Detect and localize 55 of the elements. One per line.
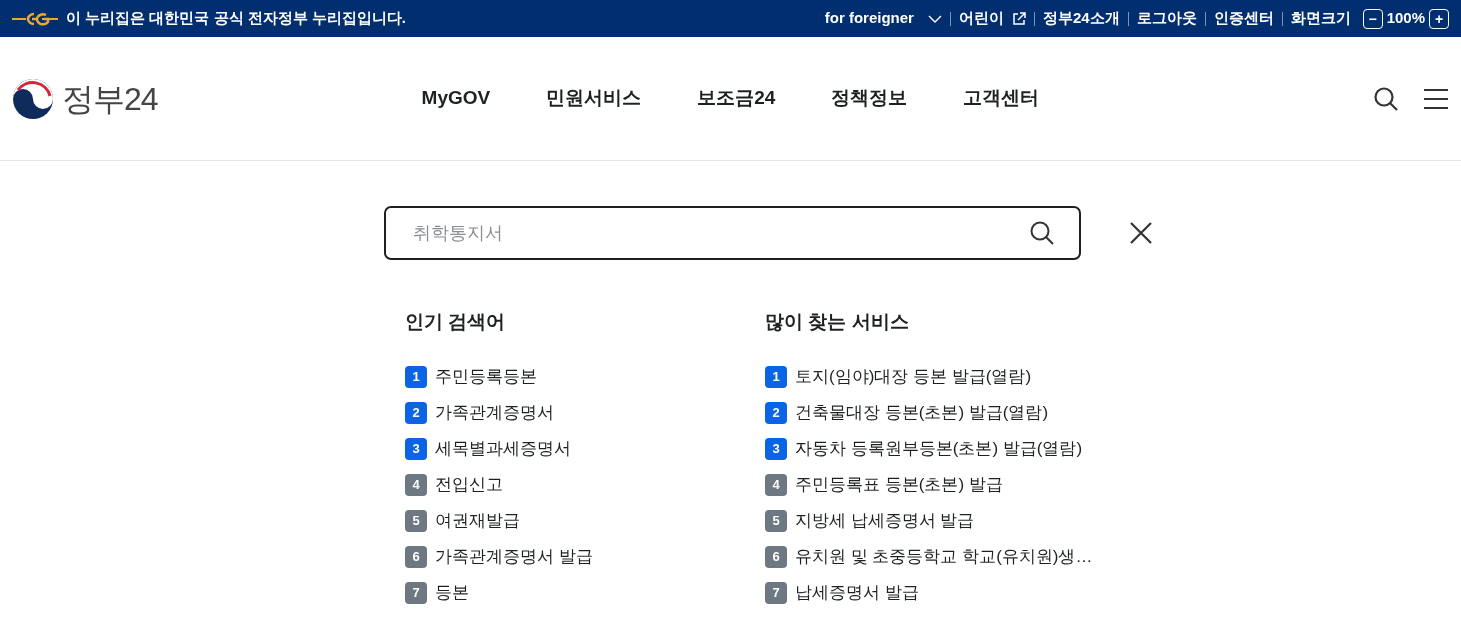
screen-size-label: 화면크기 [1290, 8, 1351, 29]
nav-link[interactable]: MyGOV [421, 84, 491, 113]
nav-link[interactable]: 정책정보 [831, 84, 908, 113]
service-link[interactable]: 토지(임야)대장 등본 발급(열람) [795, 363, 1032, 390]
popular-search-link[interactable]: 여권재발급 [435, 507, 520, 534]
section-heading: 인기 검색어 [405, 310, 507, 334]
header-link[interactable]: 정부24소개 [1042, 7, 1120, 30]
rank-number: 5 [765, 509, 787, 532]
search-field[interactable]: 취학통지서 [384, 206, 1081, 260]
section-heading: 많이 찾는 서비스 [765, 310, 910, 334]
rank-number: 1 [765, 365, 787, 388]
service-link[interactable]: 유치원 및 초중등학교 학교(유치원)생… [795, 543, 1093, 570]
official-site-notice: 이 누리집은 대한민국 공식 전자정부 누리집입니다. [66, 8, 406, 29]
service-link[interactable]: 자동차 등록원부등본(초본) 발급(열람) [795, 435, 1083, 462]
rank-number: 2 [765, 401, 787, 424]
zoom-out-button[interactable]: − [1362, 8, 1383, 29]
close-icon[interactable] [1129, 220, 1153, 246]
rank-number: 2 [405, 401, 427, 424]
service-link[interactable]: 지방세 납세증명서 발급 [795, 507, 975, 534]
popular-search-link[interactable]: 가족관계증명서 [435, 399, 554, 426]
chevron-down-icon [927, 14, 942, 23]
popular-search-link[interactable]: 주민등록등본 [435, 363, 537, 390]
rank-number: 4 [765, 473, 787, 496]
rank-number: 3 [405, 437, 427, 460]
rank-number: 6 [765, 545, 787, 568]
search-icon[interactable] [1029, 220, 1055, 246]
nav-link[interactable]: 보조금24 [697, 84, 776, 113]
header-link[interactable]: 어린이 [958, 7, 1026, 30]
popular-search-link[interactable]: 등본 [435, 579, 469, 606]
zoom-in-button[interactable]: + [1429, 8, 1449, 29]
search-icon[interactable] [1373, 85, 1399, 112]
rank-number: 7 [405, 581, 427, 604]
nav-link[interactable]: 고객센터 [963, 84, 1040, 113]
rank-number: 5 [405, 509, 427, 532]
rank-number: 6 [405, 545, 427, 568]
menu-icon[interactable] [1423, 86, 1449, 111]
rank-number: 4 [405, 473, 427, 496]
header-link[interactable]: 인증센터 [1213, 7, 1274, 30]
rank-number: 7 [765, 581, 787, 604]
taegeuk-logo-icon[interactable] [12, 77, 54, 120]
popular-search-link[interactable]: 전입신고 [435, 471, 503, 498]
header-link[interactable]: 로그아웃 [1136, 7, 1197, 30]
service-link[interactable]: 납세증명서 발급 [795, 579, 919, 606]
nav-link[interactable]: 민원서비스 [546, 84, 642, 113]
rank-number: 3 [765, 437, 787, 460]
service-link[interactable]: 건축물대장 등본(초본) 발급(열람) [795, 399, 1049, 426]
zoom-level: 100% [1386, 8, 1425, 29]
service-link[interactable]: 주민등록표 등본(초본) 발급 [795, 471, 1003, 498]
government-mark-icon [12, 10, 58, 27]
language-dropdown[interactable]: for foreigner [824, 7, 942, 30]
popular-search-link[interactable]: 세목별과세증명서 [435, 435, 571, 462]
external-link-icon [1011, 11, 1026, 26]
rank-number: 1 [405, 365, 427, 388]
site-logo-text[interactable]: 정부24 [62, 74, 158, 123]
popular-search-link[interactable]: 가족관계증명서 발급 [435, 543, 593, 570]
